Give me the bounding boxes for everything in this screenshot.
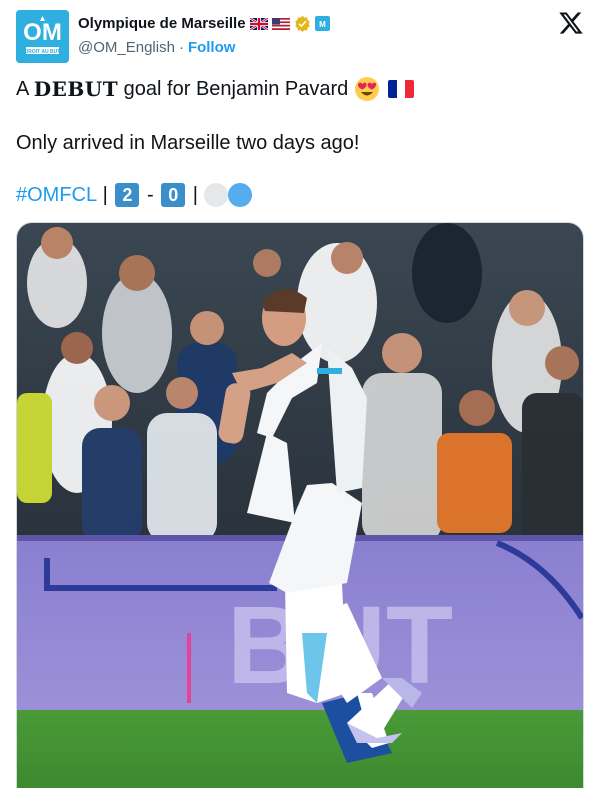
france-flag-emoji-icon (388, 80, 415, 98)
score-home: 2 (115, 183, 140, 207)
tweet-line-2: Only arrived in Marseille two days ago! (16, 132, 360, 154)
uk-flag-icon (249, 17, 268, 30)
svg-text:OM: OM (23, 19, 62, 46)
account-handle[interactable]: @OM_English (78, 39, 175, 56)
heart-eyes-emoji-icon (355, 77, 380, 101)
name-row: Olympique de Marseille M (78, 15, 330, 32)
tweet-line-1: A DEBUT goal for Benjamin Pavard (16, 74, 584, 104)
line1-suffix: goal for Benjamin Pavard (118, 78, 349, 100)
tweet-header: OM DROIT AU BUT Olympique de Marseille M… (16, 10, 584, 63)
x-logo-icon[interactable] (558, 10, 584, 36)
separator: · (178, 39, 184, 56)
svg-text:M: M (319, 20, 326, 29)
score-away: 0 (161, 183, 186, 207)
verified-badge-icon (294, 15, 310, 32)
avatar-motto: DROIT AU BUT (25, 49, 61, 55)
account-avatar[interactable]: OM DROIT AU BUT (16, 10, 69, 63)
white-circle-icon (203, 183, 228, 207)
tweet-text: A DEBUT goal for Benjamin Pavard Only ar… (16, 74, 584, 210)
display-name[interactable]: Olympique de Marseille (78, 15, 246, 32)
debut-word: DEBUT (33, 77, 119, 101)
follow-button[interactable]: Follow (188, 39, 236, 56)
separator-pipe: | (97, 184, 114, 206)
photo-scene: BUT (17, 223, 583, 788)
separator-pipe: | (187, 184, 204, 206)
handle-row: @OM_English · Follow (78, 39, 235, 56)
blue-circle-icon (227, 183, 252, 207)
tweet-photo[interactable]: BUT (16, 222, 584, 788)
om-affiliate-icon[interactable]: M (314, 16, 330, 31)
hashtag-link[interactable]: #OMFCL (16, 180, 97, 210)
line1-prefix: A (16, 78, 34, 100)
score-dash: - (141, 184, 160, 206)
us-flag-icon (271, 17, 290, 30)
tweet-line-3: #OMFCL | 2 - 0 | (16, 180, 584, 210)
